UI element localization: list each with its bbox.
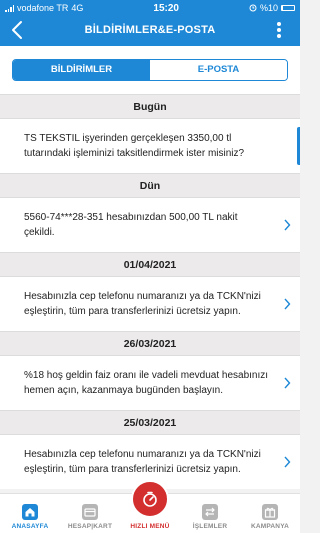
nav-hesap-kart[interactable]: HESAP|KART [60, 494, 120, 533]
bottom-navigation: ANASAYFA HESAP|KART HIZLI MENÜ İŞLEMLER [0, 480, 300, 533]
status-bar: vodafone TR 4G 15:20 %10 [0, 0, 300, 16]
date-header: 25/03/2021 [0, 410, 300, 435]
signal-icon [5, 4, 14, 12]
gift-icon [262, 504, 278, 520]
nav-label: HIZLI MENÜ [130, 523, 170, 530]
page-title: BİLDİRİMLER&E-POSTA [84, 24, 216, 36]
tab-bar-container: BİLDİRİMLER E-POSTA [0, 46, 300, 94]
nav-label: ANASAYFA [11, 523, 49, 530]
alarm-icon [249, 4, 257, 12]
clock: 15:20 [153, 2, 179, 14]
notification-text: %18 hoş geldin faiz oranı ile vadeli mev… [24, 370, 269, 396]
notification-item[interactable]: %18 hoş geldin faiz oranı ile vadeli mev… [0, 356, 300, 410]
notification-list[interactable]: Bugün TS TEKSTIL işyerinden gerçekleşen … [0, 94, 300, 493]
fast-menu-icon[interactable] [131, 480, 169, 518]
tab-bildirimler[interactable]: BİLDİRİMLER [13, 60, 150, 80]
chevron-right-icon [284, 219, 291, 231]
nav-label: KAMPANYA [250, 523, 290, 530]
notification-item[interactable]: Hesabınızla cep telefonu numaranızı ya d… [0, 277, 300, 331]
date-header: Dün [0, 173, 300, 198]
nav-anasayfa[interactable]: ANASAYFA [0, 494, 60, 533]
chevron-right-icon [284, 456, 291, 468]
date-header: 01/04/2021 [0, 252, 300, 277]
more-vertical-icon[interactable] [276, 20, 282, 42]
nav-label: HESAP|KART [67, 523, 113, 530]
chevron-right-icon [284, 377, 291, 389]
scroll-indicator [297, 127, 300, 165]
notification-item[interactable]: 5560-74***28-351 hesabınızdan 500,00 TL … [0, 198, 300, 252]
date-header: 26/03/2021 [0, 331, 300, 356]
battery-percent: %10 [259, 3, 278, 13]
notification-item[interactable]: TS TEKSTIL işyerinden gerçekleşen 3350,0… [0, 119, 300, 173]
home-icon [22, 504, 38, 520]
notification-text: Hesabınızla cep telefonu numaranızı ya d… [24, 291, 261, 317]
nav-hizli-menu[interactable]: HIZLI MENÜ [120, 480, 180, 533]
nav-islemler[interactable]: İŞLEMLER [180, 494, 240, 533]
notification-text: Hesabınızla cep telefonu numaranızı ya d… [24, 449, 261, 475]
network-label: 4G [71, 3, 84, 13]
segmented-tabs: BİLDİRİMLER E-POSTA [12, 59, 288, 81]
notification-text: 5560-74***28-351 hesabınızdan 500,00 TL … [24, 212, 238, 238]
nav-kampanya[interactable]: KAMPANYA [240, 494, 300, 533]
nav-label: İŞLEMLER [192, 523, 228, 530]
transfer-icon [202, 504, 218, 520]
chevron-right-icon [284, 298, 291, 310]
app-header: BİLDİRİMLER&E-POSTA [0, 16, 300, 46]
carrier-label: vodafone TR [17, 3, 69, 13]
notification-text: TS TEKSTIL işyerinden gerçekleşen 3350,0… [24, 133, 245, 159]
battery-icon [280, 5, 295, 11]
tab-e-posta[interactable]: E-POSTA [150, 60, 287, 80]
card-icon [82, 504, 98, 520]
date-header: Bugün [0, 94, 300, 119]
